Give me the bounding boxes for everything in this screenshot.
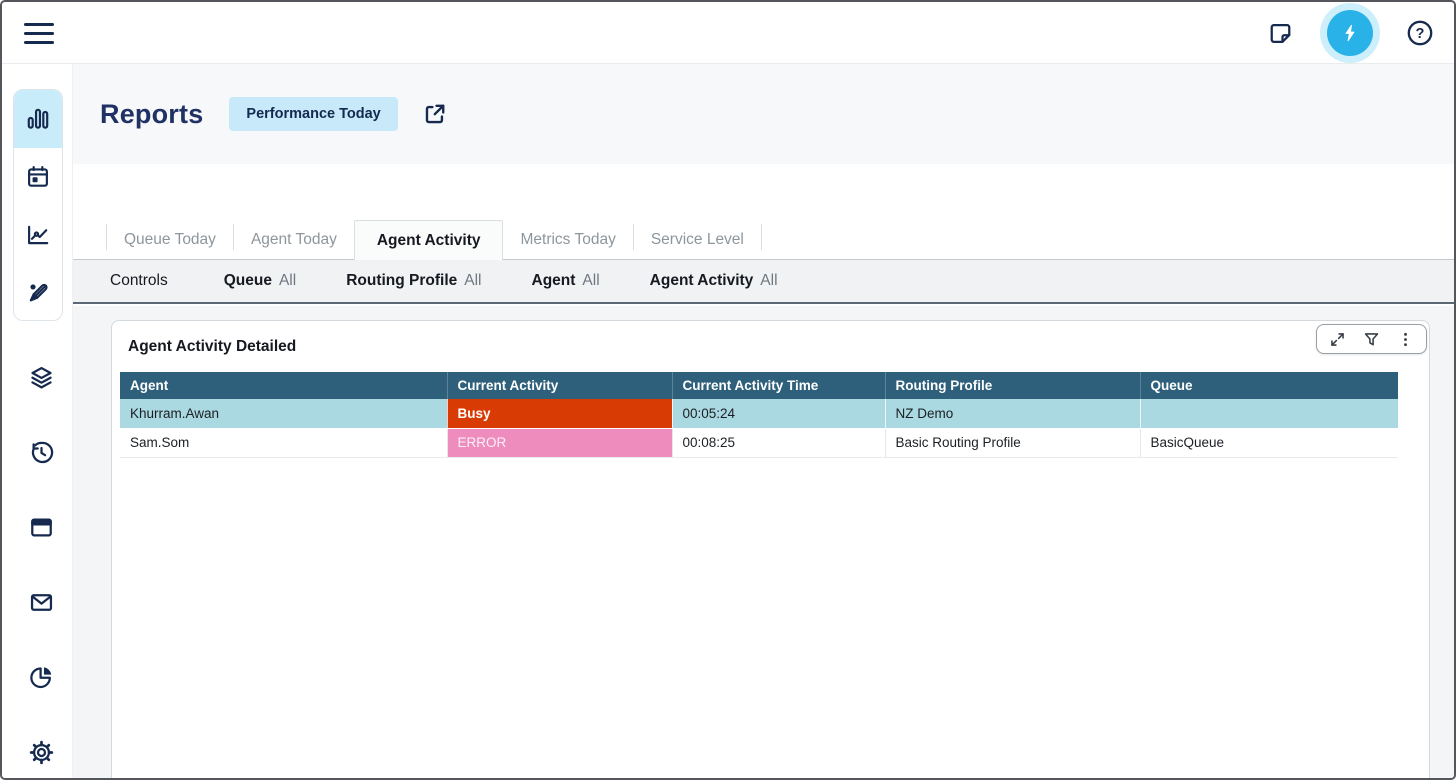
sidebar xyxy=(2,64,73,778)
pie-chart-icon xyxy=(28,664,55,691)
cell-current-activity: ERROR xyxy=(447,428,672,457)
history-icon xyxy=(28,439,55,466)
tab-metrics-today[interactable]: Metrics Today xyxy=(503,220,632,260)
table-row: Khurram.Awan Busy 00:05:24 NZ Demo xyxy=(120,399,1398,428)
notes-icon[interactable] xyxy=(1267,20,1294,47)
browser-window-icon xyxy=(28,514,55,541)
sidebar-item-analytics[interactable] xyxy=(19,655,63,699)
tab-agent-activity[interactable]: Agent Activity xyxy=(354,220,504,260)
main-area: Reports Performance Today Queue Today Ag… xyxy=(73,64,1454,778)
controls-label: Controls xyxy=(110,272,168,290)
lightning-icon xyxy=(1327,10,1373,56)
page-header: Reports Performance Today xyxy=(73,64,1454,164)
help-icon[interactable]: ? xyxy=(1406,19,1434,47)
cell-current-activity: Busy xyxy=(447,399,672,428)
page-title: Reports xyxy=(100,99,203,130)
filter-queue[interactable]: QueueAll xyxy=(224,272,296,290)
column-routing-profile: Routing Profile xyxy=(885,372,1140,399)
tab-agent-today[interactable]: Agent Today xyxy=(234,220,354,260)
layers-icon xyxy=(28,364,55,391)
topbar-actions: ? xyxy=(1267,2,1434,64)
card-toolbar xyxy=(1316,324,1427,354)
sidebar-nav-group xyxy=(13,89,63,321)
filter-routing-profile[interactable]: Routing ProfileAll xyxy=(346,272,481,290)
bar-chart-icon xyxy=(25,106,51,132)
cell-agent: Sam.Som xyxy=(120,428,447,457)
filter-agent-activity[interactable]: Agent ActivityAll xyxy=(650,272,778,290)
tab-queue-today[interactable]: Queue Today xyxy=(107,220,233,260)
line-chart-icon xyxy=(25,222,51,248)
table-header-row: Agent Current Activity Current Activity … xyxy=(120,372,1398,399)
filter-agent[interactable]: AgentAll xyxy=(532,272,600,290)
sidebar-item-window[interactable] xyxy=(19,505,63,549)
column-current-activity-time: Current Activity Time xyxy=(672,372,885,399)
agent-activity-table: Agent Current Activity Current Activity … xyxy=(120,372,1398,458)
cell-current-activity-time: 00:05:24 xyxy=(672,399,885,428)
column-queue: Queue xyxy=(1140,372,1398,399)
performance-today-badge: Performance Today xyxy=(229,97,397,131)
expand-icon[interactable] xyxy=(1328,330,1347,349)
kebab-menu-icon[interactable] xyxy=(1396,330,1415,349)
app-window: ? xyxy=(0,0,1456,780)
table-row: Sam.Som ERROR 00:08:25 Basic Routing Pro… xyxy=(120,428,1398,457)
column-agent: Agent xyxy=(120,372,447,399)
column-current-activity: Current Activity xyxy=(447,372,672,399)
cell-current-activity-time: 00:08:25 xyxy=(672,428,885,457)
envelope-icon xyxy=(28,589,55,616)
sidebar-item-settings[interactable] xyxy=(19,730,63,774)
sidebar-item-reports[interactable] xyxy=(14,90,62,148)
controls-bar: Controls QueueAll Routing ProfileAll Age… xyxy=(73,260,1454,304)
topbar: ? xyxy=(2,2,1454,64)
calendar-icon xyxy=(25,164,51,190)
gear-icon xyxy=(28,739,55,766)
lightning-button[interactable] xyxy=(1320,3,1380,63)
sidebar-item-history[interactable] xyxy=(19,430,63,474)
sidebar-item-stacks[interactable] xyxy=(19,355,63,399)
cell-queue: BasicQueue xyxy=(1140,428,1398,457)
tab-divider xyxy=(761,224,762,250)
tab-service-level[interactable]: Service Level xyxy=(634,220,761,260)
external-link-icon[interactable] xyxy=(422,101,448,127)
agent-activity-card: Agent Activity Detailed xyxy=(111,320,1430,780)
cell-agent: Khurram.Awan xyxy=(120,399,447,428)
cell-queue xyxy=(1140,399,1398,428)
brush-pen-icon xyxy=(25,280,51,306)
sidebar-item-mail[interactable] xyxy=(19,580,63,624)
sidebar-item-metrics[interactable] xyxy=(14,206,62,264)
sidebar-item-designer[interactable] xyxy=(14,264,62,321)
cell-routing-profile: NZ Demo xyxy=(885,399,1140,428)
content-area: Agent Activity Detailed xyxy=(73,306,1454,778)
svg-text:?: ? xyxy=(1416,26,1425,42)
cell-routing-profile: Basic Routing Profile xyxy=(885,428,1140,457)
card-title: Agent Activity Detailed xyxy=(128,338,296,356)
sidebar-item-schedule[interactable] xyxy=(14,148,62,206)
hamburger-menu-icon[interactable] xyxy=(24,18,54,48)
report-tabs: Queue Today Agent Today Agent Activity M… xyxy=(73,164,1454,260)
filter-icon[interactable] xyxy=(1362,330,1381,349)
